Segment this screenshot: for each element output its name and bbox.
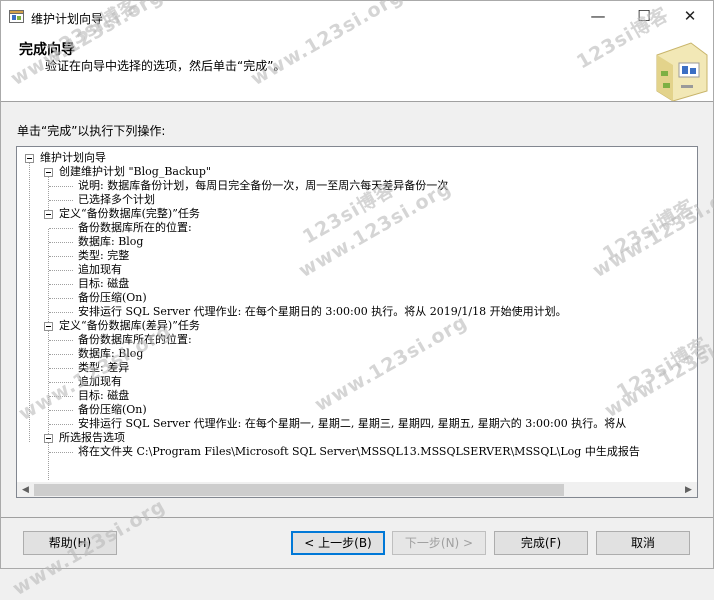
tree-node: 数据库: Blog bbox=[78, 235, 144, 248]
tree-guide-line bbox=[49, 312, 73, 313]
tree-collapse-icon[interactable] bbox=[44, 210, 53, 219]
horizontal-scrollbar[interactable]: ◀ ▶ bbox=[17, 482, 697, 497]
tree-collapse-icon[interactable] bbox=[25, 154, 34, 163]
tree-collapse-icon[interactable] bbox=[44, 434, 53, 443]
next-button: 下一步(N) > bbox=[392, 531, 486, 555]
page-title: 完成向导 bbox=[19, 42, 75, 58]
tree-node: 类型: 完整 bbox=[78, 249, 130, 262]
tree-node: 备份压缩(On) bbox=[78, 403, 147, 416]
tree-guide-line bbox=[29, 159, 30, 442]
tree-guide-line bbox=[49, 410, 73, 411]
tree-guide-line bbox=[49, 452, 73, 453]
tree-node: 定义“备份数据库(完整)”任务 bbox=[59, 207, 200, 220]
finish-button[interactable]: 完成(F) bbox=[494, 531, 588, 555]
scroll-thumb[interactable] bbox=[34, 484, 564, 496]
tree-guide-line bbox=[49, 396, 73, 397]
tree-guide-line bbox=[49, 368, 73, 369]
tree-node: 备份压缩(On) bbox=[78, 291, 147, 304]
tree-guide-line bbox=[49, 340, 73, 341]
tree-node: 数据库: Blog bbox=[78, 347, 144, 360]
title-bar: 维护计划向导 — ☐ ✕ bbox=[1, 1, 713, 31]
tree-node: 备份数据库所在的位置: bbox=[78, 221, 192, 234]
maintenance-wizard-icon bbox=[9, 10, 24, 23]
tree-node: 目标: 磁盘 bbox=[78, 277, 130, 290]
summary-tree[interactable]: 维护计划向导 创建维护计划 "Blog_Backup" 说明: 数据库备份计划，每周… bbox=[16, 146, 698, 498]
tree-node: 目标: 磁盘 bbox=[78, 389, 130, 402]
tree-guide-line bbox=[49, 270, 73, 271]
tree-node: 所选报告选项 bbox=[59, 431, 125, 444]
tree-node: 类型: 差异 bbox=[78, 361, 130, 374]
tree-guide-line bbox=[49, 242, 73, 243]
help-button[interactable]: 帮助(H) bbox=[23, 531, 117, 555]
tree-guide-line bbox=[49, 284, 73, 285]
back-button[interactable]: < 上一步(B) bbox=[291, 531, 385, 555]
tree-guide-line bbox=[49, 228, 73, 229]
tree-node: 定义“备份数据库(差异)”任务 bbox=[59, 319, 200, 332]
tree-node: 已选择多个计划 bbox=[78, 193, 155, 206]
tree-guide-line bbox=[49, 382, 73, 383]
instruction-text: 单击“完成”以执行下列操作: bbox=[17, 124, 166, 138]
page-subtitle: 验证在向导中选择的选项，然后单击“完成”。 bbox=[45, 59, 286, 73]
tree-node: 维护计划向导 bbox=[40, 151, 106, 164]
minimize-button[interactable]: — bbox=[575, 1, 621, 31]
tree-node: 安排运行 SQL Server 代理作业: 在每个星期一, 星期二, 星期三, … bbox=[78, 417, 627, 430]
tree-node: 安排运行 SQL Server 代理作业: 在每个星期日的 3:00:00 执行… bbox=[78, 305, 567, 318]
scroll-right-arrow-icon[interactable]: ▶ bbox=[680, 482, 697, 497]
cancel-button[interactable]: 取消 bbox=[596, 531, 690, 555]
tree-node: 创建维护计划 "Blog_Backup" bbox=[59, 165, 211, 178]
close-button[interactable]: ✕ bbox=[667, 1, 713, 31]
tree-node: 追加现有 bbox=[78, 375, 122, 388]
tree-node: 追加现有 bbox=[78, 263, 122, 276]
tree-guide-line bbox=[48, 453, 49, 470]
window-title: 维护计划向导 bbox=[31, 12, 104, 26]
wizard-banner-icon bbox=[656, 42, 708, 101]
tree-collapse-icon[interactable] bbox=[44, 168, 53, 177]
tree-node: 说明: 数据库备份计划，每周日完全备份一次，周一至周六每天差异备份一次 bbox=[78, 179, 449, 192]
wizard-header: 完成向导 验证在向导中选择的选项，然后单击“完成”。 bbox=[1, 31, 713, 102]
tree-guide-line bbox=[49, 298, 73, 299]
tree-guide-line bbox=[49, 200, 73, 201]
scroll-left-arrow-icon[interactable]: ◀ bbox=[17, 482, 34, 497]
tree-guide-line bbox=[49, 354, 73, 355]
tree-guide-line bbox=[49, 256, 73, 257]
footer-divider bbox=[1, 517, 713, 518]
tree-node: 备份数据库所在的位置: bbox=[78, 333, 192, 346]
maximize-button[interactable]: ☐ bbox=[621, 1, 667, 31]
summary-tree-content: 维护计划向导 创建维护计划 "Blog_Backup" 说明: 数据库备份计划，每周… bbox=[17, 147, 697, 480]
wizard-window: 维护计划向导 — ☐ ✕ 完成向导 验证在向导中选择的选项，然后单击“完成”。 … bbox=[0, 0, 714, 600]
tree-guide-line bbox=[49, 424, 73, 425]
tree-guide-line bbox=[49, 186, 73, 187]
tree-node: 将在文件夹 C:\Program Files\Microsoft SQL Ser… bbox=[78, 445, 640, 458]
tree-collapse-icon[interactable] bbox=[44, 322, 53, 331]
